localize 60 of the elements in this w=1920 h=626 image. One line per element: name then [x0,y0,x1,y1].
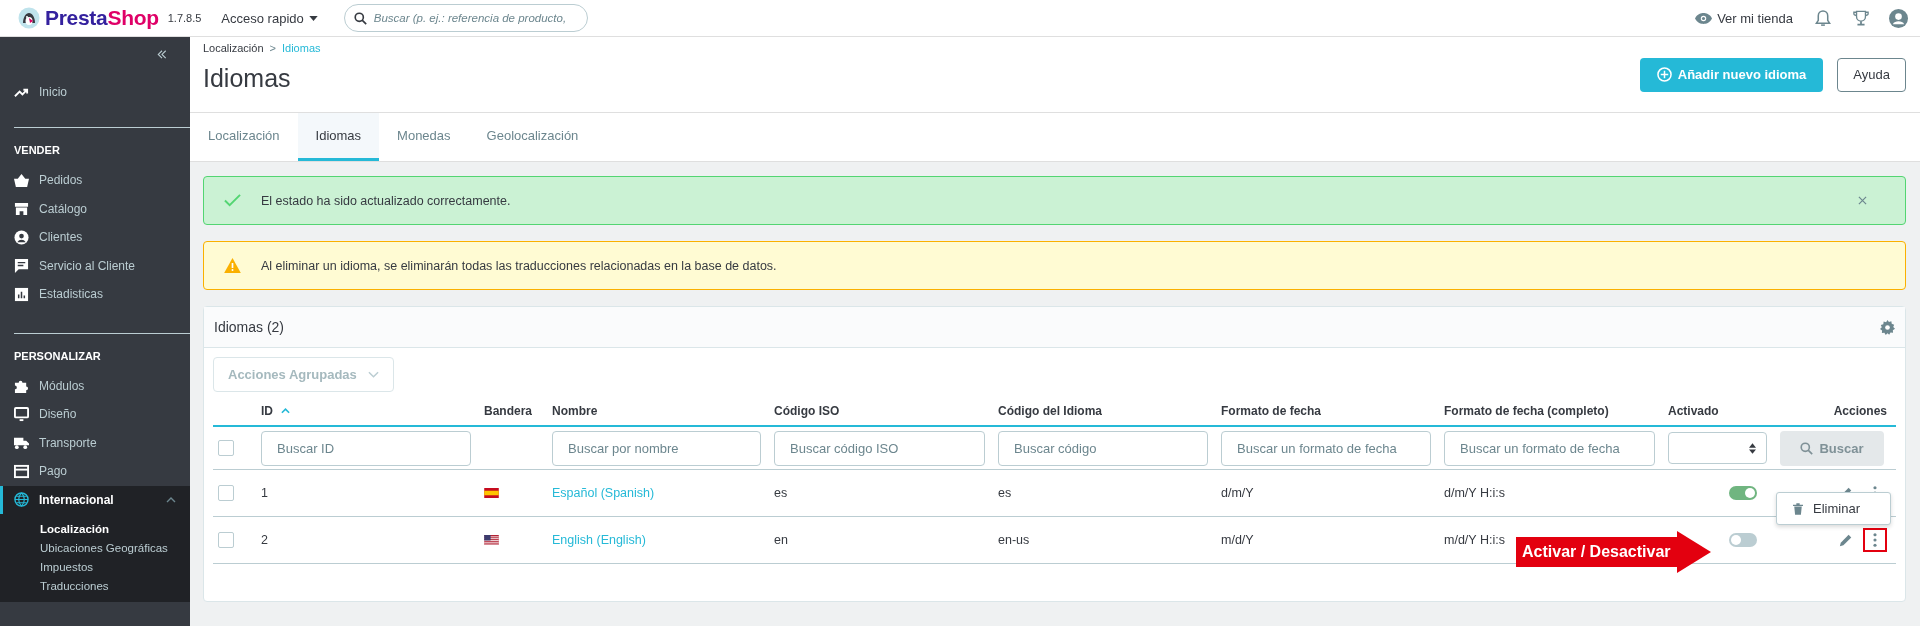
sidebar-item[interactable]: Pago [0,457,190,486]
sidebar-item[interactable]: Internacional [0,485,190,514]
table-cell: en-us [998,533,1030,547]
column-header[interactable]: Activado [1668,404,1719,418]
column-header[interactable]: Bandera [484,404,533,418]
filter-field[interactable]: Buscar un formato de fecha [1444,430,1655,466]
tab[interactable]: Idiomas [297,113,380,161]
filter-field[interactable]: Buscar código ISO [774,430,985,466]
sidebar-item[interactable]: Pedidos [0,166,190,195]
sidebar-item[interactable]: Módulos [0,371,190,400]
table-cell: 2 [261,533,268,547]
section-heading: VENDER [13,143,61,159]
filter-field[interactable]: Buscar código [998,430,1208,466]
column-header[interactable]: Nombre [552,404,598,418]
submenu-item[interactable]: Localización [0,520,190,539]
version-label: 1.7.8.5 [167,12,202,24]
table-cell: d/m/Y H:i:s [1444,486,1505,500]
tab[interactable]: Localización [190,113,298,161]
filter-field[interactable]: Buscar por nombre [552,430,761,466]
brand-name: PrestaShop [45,6,159,30]
tab[interactable]: Monedas [379,113,469,161]
filter-field[interactable]: Buscar ID [261,430,471,466]
column-header[interactable]: Código ISO [774,404,840,418]
quick-access-menu[interactable]: Acceso rapido [221,10,318,26]
submenu-item[interactable]: Traducciones [0,577,190,596]
table-cell: en [774,533,788,547]
column-header[interactable]: ID [261,404,290,418]
view-store-link[interactable]: Ver mi tienda [1695,10,1793,26]
alert-message: El estado ha sido actualizado correctamente. [261,193,512,208]
sidebar-item[interactable]: Transporte [0,428,190,457]
column-header[interactable]: Formato de fecha [1221,404,1322,418]
column-header[interactable]: Formato de fecha (completo) [1444,404,1609,418]
table-cell: d/m/Y [1221,486,1254,500]
sidebar-item[interactable]: Diseño [0,400,190,429]
search-field[interactable]: Buscar (p. ej.: referencia de producto, [343,4,588,32]
logo[interactable]: PrestaShop [18,6,159,30]
filter-field[interactable]: Buscar un formato de fecha [1221,430,1431,466]
page-title: Idiomas [203,64,291,93]
table-cell: es [998,486,1012,500]
sidebar-item[interactable]: Catálogo [0,194,190,224]
alert-message: Al eliminar un idioma, se eliminarán todas las traducciones relacionadas en la base de datos. [261,258,778,273]
table-cell: 1 [261,486,268,500]
column-header[interactable]: Código del Idioma [998,404,1102,418]
delete-menu-item[interactable]: Eliminar [1777,497,1890,520]
table-cell: m/d/Y H:i:s [1444,533,1505,547]
breadcrumb-separator: > [269,42,276,54]
table-cell: es [774,486,788,500]
sidebar-item[interactable]: Inicio [0,77,190,107]
sidebar-item[interactable]: Servicio al Cliente [0,251,190,281]
submenu-item[interactable]: Ubicaciones Geográficas [0,539,190,558]
table-cell: m/d/Y [1221,533,1254,547]
submenu-item[interactable]: Impuestos [0,558,190,577]
sidebar-item[interactable]: Clientes [0,223,190,252]
breadcrumb-link[interactable]: Localización [203,42,264,54]
sidebar-item[interactable]: Estadisticas [0,280,190,309]
tab[interactable]: Geolocalización [468,113,597,161]
column-header[interactable]: Acciones [1833,404,1887,418]
help-button[interactable]: Ayuda [1837,57,1906,92]
section-heading: PERSONALIZAR [13,348,102,364]
panel-title: Idiomas (2) [214,319,285,335]
